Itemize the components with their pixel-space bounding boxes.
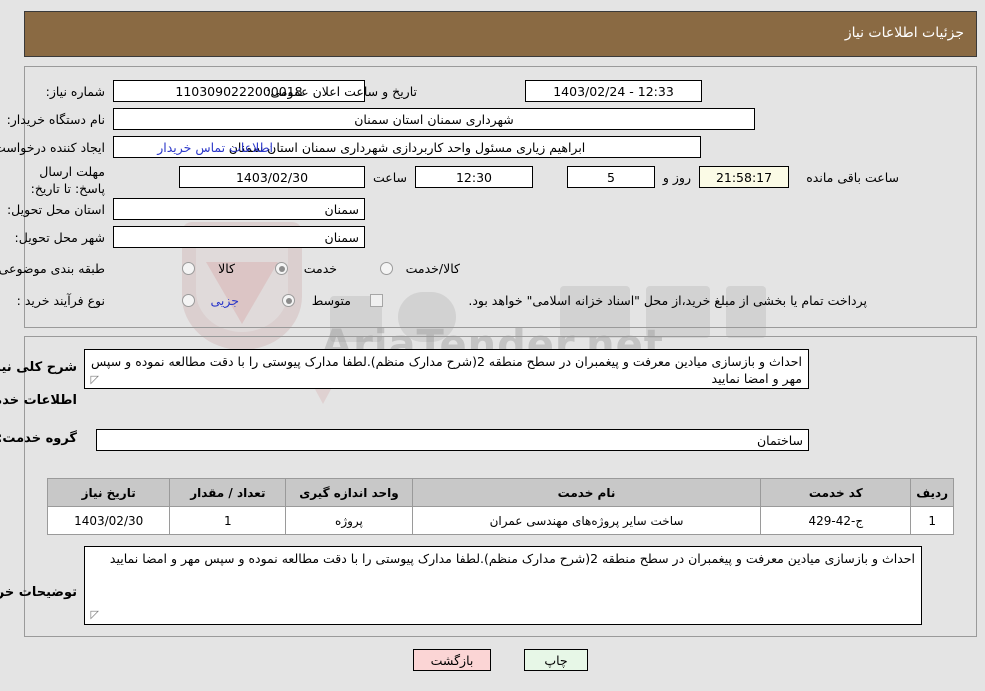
cell-service-code: ج-42-429: [760, 506, 912, 535]
back-button[interactable]: بازگشت: [413, 649, 491, 671]
summary-label: شرح کلی نیاز:: [0, 360, 77, 375]
service-group-label: گروه خدمت:: [0, 431, 77, 446]
deadline-date-value: 1403/02/30: [179, 166, 365, 188]
services-table: ردیف کد خدمت نام خدمت واحد اندازه گیری ت…: [46, 478, 954, 535]
table-row: 1 ج-42-429 ساخت سایر پروژه‌های مهندسی عم…: [46, 506, 954, 535]
radio-category-kala-label: کالا: [218, 261, 235, 276]
category-label: طبقه بندی موضوعی:: [0, 261, 105, 276]
deadline-hour-label: ساعت: [372, 170, 407, 185]
deadline-time-value: 12:30: [415, 166, 533, 188]
cell-quantity: 1: [169, 506, 287, 535]
col-service-name: نام خدمت: [411, 478, 762, 507]
services-heading: اطلاعات خدمات مورد نیاز: [0, 393, 77, 408]
need-info-panel: [24, 66, 977, 328]
province-label: استان محل تحویل:: [6, 202, 105, 217]
radio-category-kala[interactable]: [182, 262, 195, 275]
treasury-bond-label: پرداخت تمام یا بخشی از مبلغ خرید،از محل …: [468, 293, 867, 308]
print-button[interactable]: چاپ: [524, 649, 588, 671]
summary-textarea[interactable]: احداث و بازسازی میادین معرفت و پیغمبران …: [84, 349, 809, 389]
radio-process-motevaset[interactable]: [282, 294, 295, 307]
treasury-bond-checkbox[interactable]: [370, 294, 383, 307]
window-title-bar: جزئیات اطلاعات نیاز: [24, 11, 977, 57]
province-value: سمنان: [113, 198, 365, 220]
radio-process-jozi[interactable]: [182, 294, 195, 307]
cell-service-name: ساخت سایر پروژه‌های مهندسی عمران: [411, 506, 762, 535]
days-word-label: روز و: [662, 170, 691, 185]
buyer-notes-label: توضیحات خریدار:: [0, 585, 77, 600]
col-row-no: ردیف: [910, 478, 954, 507]
radio-category-kala-khedmat-label: کالا/خدمت: [405, 261, 460, 276]
countdown-timer: 21:58:17: [699, 166, 789, 188]
radio-category-kala-khedmat[interactable]: [380, 262, 393, 275]
table-header-row: ردیف کد خدمت نام خدمت واحد اندازه گیری ت…: [46, 478, 954, 507]
creator-label: ایجاد کننده درخواست:: [0, 140, 105, 155]
page-root: AriaTender.net جزئیات اطلاعات نیاز شماره…: [0, 0, 985, 691]
radio-process-jozi-label: جزیی: [210, 293, 239, 308]
col-quantity: تعداد / مقدار: [169, 478, 287, 507]
cell-need-date: 1403/02/30: [46, 506, 171, 535]
process-label: نوع فرآیند خرید :: [16, 293, 105, 308]
buyer-contact-link[interactable]: اطلاعات تماس خریدار: [157, 140, 273, 155]
city-value: سمنان: [113, 226, 365, 248]
buyer-notes-textarea[interactable]: احداث و بازسازی میادین معرفت و پیغمبران …: [84, 546, 922, 625]
col-unit: واحد اندازه گیری: [285, 478, 413, 507]
cell-row-no: 1: [910, 506, 954, 535]
radio-category-khedmat-label: خدمت: [303, 261, 337, 276]
city-label: شهر محل تحویل:: [14, 230, 105, 245]
cell-unit: پروژه: [285, 506, 413, 535]
public-announce-value: 12:33 - 1403/02/24: [525, 80, 702, 102]
buyer-org-value: شهرداری سمنان استان سمنان: [113, 108, 755, 130]
buyer-org-label: نام دستگاه خریدار:: [6, 112, 105, 127]
page-title: جزئیات اطلاعات نیاز: [844, 25, 964, 41]
col-need-date: تاریخ نیاز: [46, 478, 171, 507]
need-number-label: شماره نیاز:: [45, 84, 105, 99]
public-announce-label: تاریخ و ساعت اعلان عمومی:: [266, 84, 417, 99]
radio-process-motevaset-label: متوسط: [311, 293, 351, 308]
days-remaining-value: 5: [567, 166, 655, 188]
service-group-value: ساختمان: [96, 429, 809, 451]
remaining-suffix-label: ساعت باقی مانده: [806, 170, 899, 185]
col-service-code: کد خدمت: [760, 478, 912, 507]
deadline-label: مهلت ارسال پاسخ: تا تاریخ:: [30, 164, 105, 196]
radio-category-khedmat[interactable]: [275, 262, 288, 275]
